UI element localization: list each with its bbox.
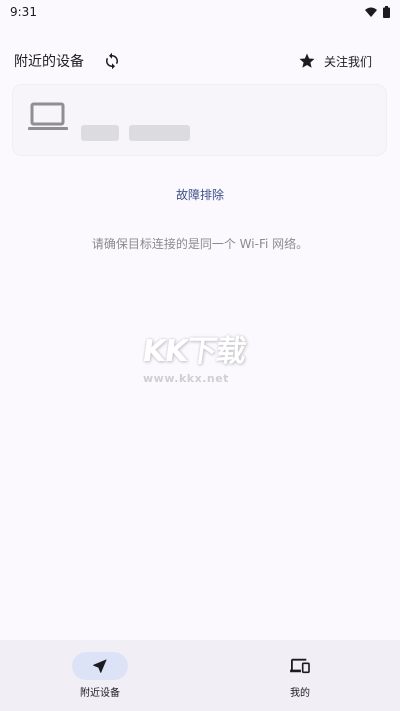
watermark-url: www.kkx.net — [143, 372, 229, 385]
follow-us-button[interactable]: 关注我们 — [298, 52, 386, 70]
nav-active-indicator — [72, 652, 128, 680]
app-bar: 附近的设备 关注我们 — [0, 44, 400, 78]
loading-skeleton — [81, 125, 190, 141]
refresh-button[interactable] — [100, 49, 124, 73]
page-title: 附近的设备 — [14, 54, 84, 70]
troubleshoot-link[interactable]: 故障排除 — [0, 186, 400, 203]
wifi-hint-text: 请确保目标连接的是同一个 Wi-Fi 网络。 — [91, 237, 309, 251]
nav-item-nearby-devices[interactable]: 附近设备 — [0, 640, 200, 711]
nav-item-mine[interactable]: 我的 — [200, 640, 400, 711]
battery-icon — [383, 6, 390, 18]
bottom-navigation: 附近设备 我的 — [0, 640, 400, 711]
skeleton-bar — [129, 125, 190, 141]
nav-label-mine: 我的 — [290, 688, 310, 699]
device-card-placeholder — [12, 84, 387, 156]
nav-label-nearby-devices: 附近设备 — [80, 688, 120, 699]
follow-us-label: 关注我们 — [323, 54, 372, 69]
refresh-icon — [106, 52, 118, 70]
watermark: KK下载 www.kkx.net — [140, 326, 263, 388]
devices-icon — [290, 658, 310, 674]
skeleton-bar — [81, 125, 119, 141]
laptop-icon — [28, 102, 68, 130]
wifi-icon — [365, 7, 377, 17]
watermark-logo: KK下载 — [140, 334, 248, 369]
status-icons — [365, 6, 390, 18]
navigation-arrow-icon — [93, 659, 107, 673]
status-time: 9:31 — [10, 5, 37, 19]
star-icon — [299, 53, 315, 68]
nav-icon-container — [272, 652, 328, 680]
status-bar: 9:31 — [0, 0, 400, 24]
